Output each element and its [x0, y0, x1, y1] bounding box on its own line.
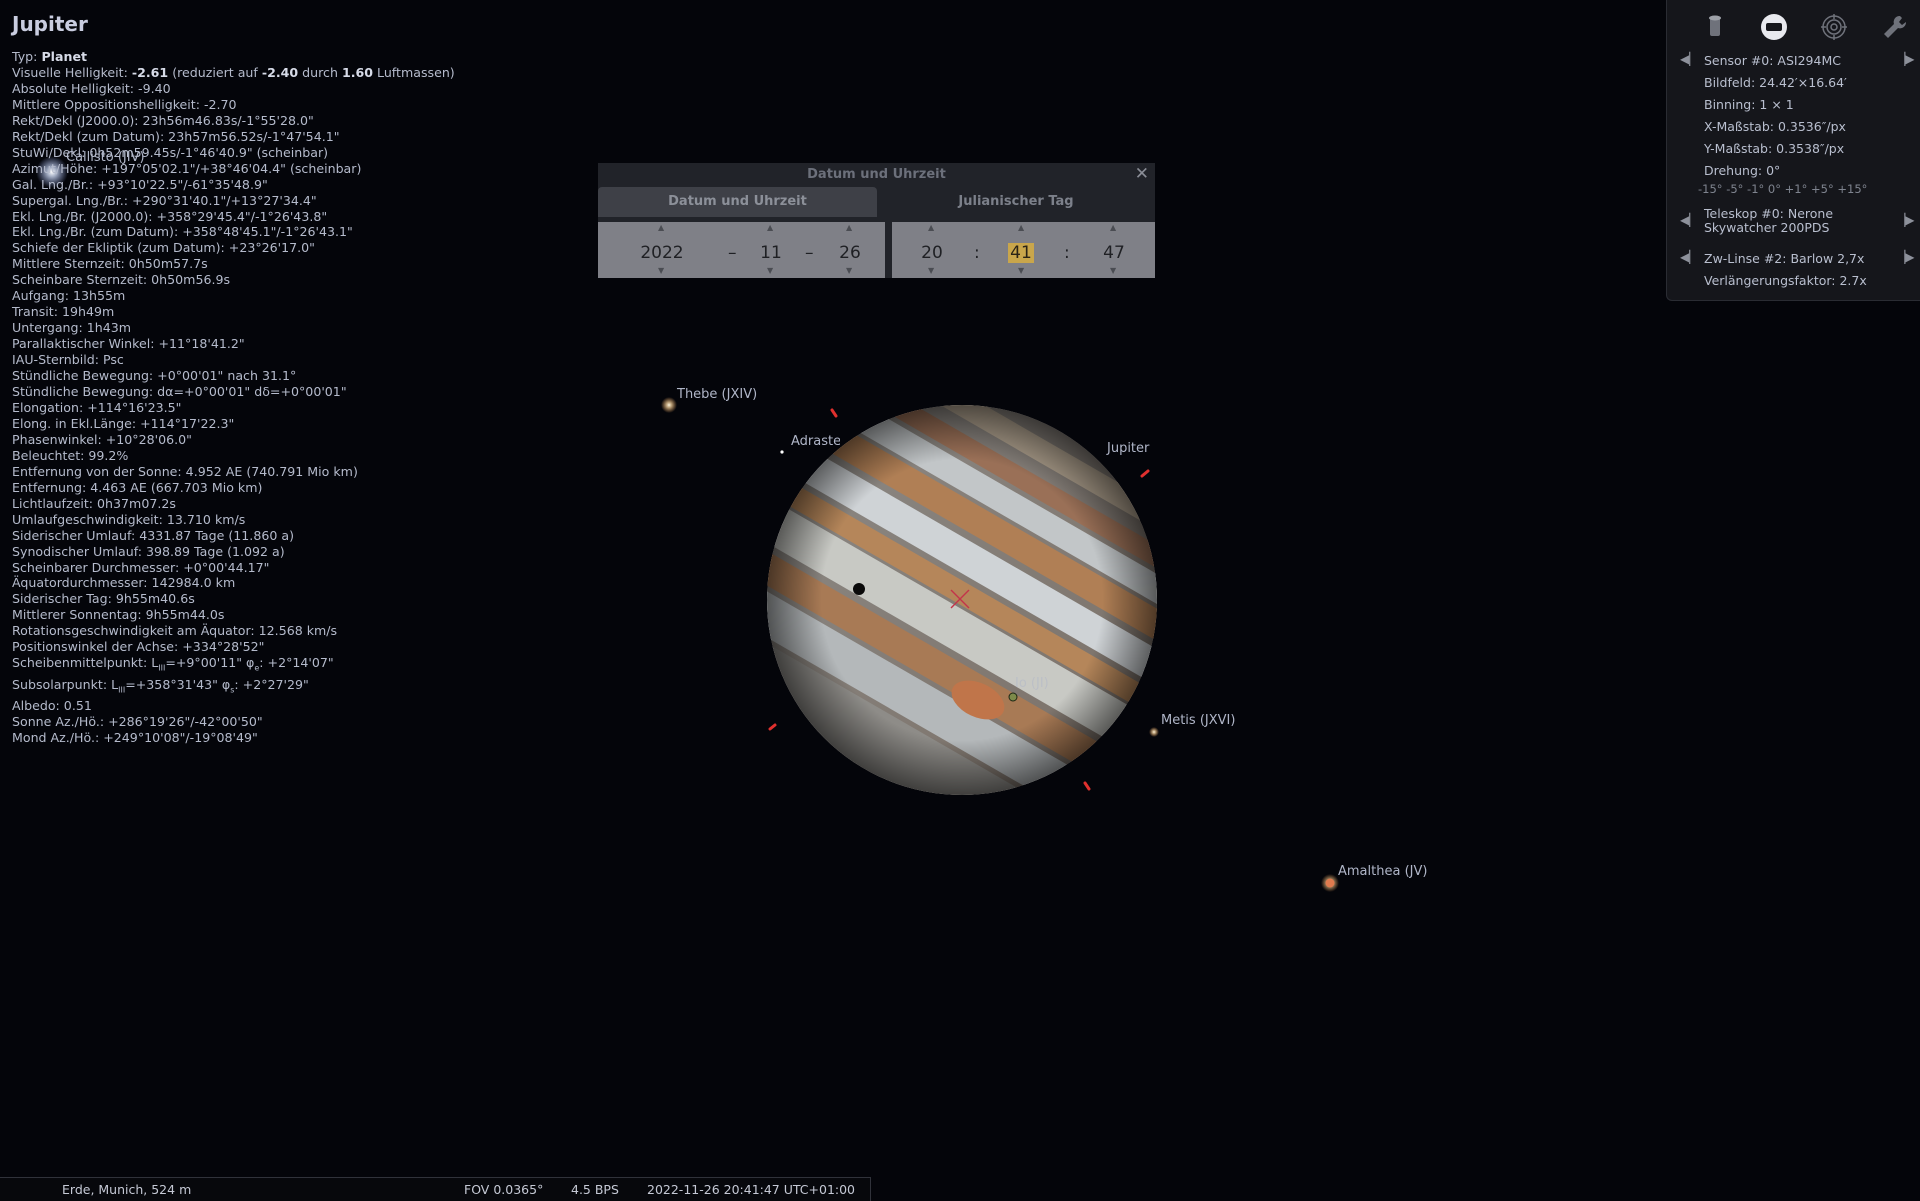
prev-telescope-icon[interactable]: ◀▏ — [1680, 213, 1698, 227]
info-line: Stündliche Bewegung: dα=+0°00'01" dδ=+0°… — [12, 384, 347, 400]
close-icon[interactable]: ✕ — [1135, 164, 1149, 184]
info-line: Schiefe der Ekliptik (zum Datum): +23°26… — [12, 240, 315, 256]
sensor-name: Sensor #0: ASI294MC — [1704, 53, 1841, 68]
info-line: IAU-Sternbild: Psc — [12, 352, 124, 368]
time-separator: : — [1064, 243, 1070, 263]
rotation: Drehung: 0° — [1704, 163, 1781, 178]
info-line: Entfernung von der Sonne: 4.952 AE (740.… — [12, 463, 358, 479]
status-bar: Erde, Munich, 524 m FOV 0.0365° 4.5 BPS … — [0, 1177, 871, 1201]
sensor-icon[interactable] — [1759, 12, 1789, 42]
info-line: Transit: 19h49m — [12, 304, 115, 320]
next-telescope-icon[interactable]: ▕▶ — [1896, 213, 1914, 227]
fov-display: FOV 0.0365° — [464, 1182, 544, 1197]
telrad-icon[interactable] — [1819, 12, 1849, 42]
date-spinbox[interactable]: ▲ ▼ 2022 – ▲ ▼ 11 – ▲ ▼ 26 — [598, 222, 885, 278]
info-line: Rekt/Dekl (J2000.0): 23h56m46.83s/-1°55'… — [12, 112, 314, 128]
info-line: Ekl. Lng./Br. (zum Datum): +358°48'45.1"… — [12, 224, 353, 240]
hour-field[interactable]: 20 — [919, 243, 945, 263]
info-line: Untergang: 1h43m — [12, 320, 132, 336]
time-spinbox[interactable]: ▲ ▼ 20 : ▲ ▼ 41 : ▲ ▼ 47 — [892, 222, 1155, 278]
info-line: Elongation: +114°16'23.5" — [12, 399, 182, 415]
info-line: Beleuchtet: 99.2% — [12, 447, 129, 463]
info-line: Absolute Helligkeit: -9.40 — [12, 80, 171, 96]
day-field[interactable]: 26 — [837, 243, 863, 263]
info-line: Aufgang: 13h55m — [12, 288, 126, 304]
binning: Binning: 1 × 1 — [1704, 97, 1794, 112]
info-line: Typ: Planet — [12, 49, 88, 64]
info-line: Phasenwinkel: +10°28'06.0" — [12, 431, 192, 447]
info-line: Supergal. Lng./Br.: +290°31'40.1"/+13°27… — [12, 192, 317, 208]
info-line: Albedo: 0.51 — [12, 698, 92, 714]
tab-julian-day[interactable]: Julianischer Tag — [877, 187, 1155, 217]
info-line: Azimut/Höhe: +197°05'02.1"/+38°46'04.4" … — [12, 160, 362, 176]
info-line: StuWi/Dekl: 0h52m59.45s/-1°46'40.9" (sch… — [12, 144, 329, 160]
time-separator: : — [974, 243, 980, 263]
info-line: Scheinbare Sternzeit: 0h50m56.9s — [12, 272, 231, 288]
label-thebe[interactable]: Thebe (JXIV) — [677, 387, 757, 402]
lens-name: Zw-Linse #2: Barlow 2,7x — [1704, 251, 1865, 266]
oculars-panel: ◀▏ Sensor #0: ASI294MC ▕▶ Bildfeld: 24.4… — [1666, 0, 1920, 301]
ocular-icon[interactable] — [1700, 12, 1730, 42]
info-line: Scheibenmittelpunkt: LIII=+9°00'11" φe: … — [12, 655, 334, 673]
rotation-steps[interactable]: -15° -5° -1° 0° +1° +5° +15° — [1698, 182, 1867, 196]
fps-display: 4.5 BPS — [571, 1182, 619, 1197]
date-time-dialog[interactable]: Datum und Uhrzeit ✕ Datum und Uhrzeit Ju… — [598, 163, 1155, 278]
prev-sensor-icon[interactable]: ◀▏ — [1680, 52, 1698, 66]
info-line: Siderischer Tag: 9h55m40.6s — [12, 591, 195, 607]
next-lens-icon[interactable]: ▕▶ — [1896, 250, 1914, 264]
minute-field[interactable]: 41 — [1008, 243, 1034, 263]
field-of-view: Bildfeld: 24.42′×16.64′ — [1704, 75, 1847, 90]
info-line: Synodischer Umlauf: 398.89 Tage (1.092 a… — [12, 543, 285, 559]
info-line: Stündliche Bewegung: +0°00'01" nach 31.1… — [12, 368, 297, 384]
info-line: Umlaufgeschwindigkeit: 13.710 km/s — [12, 511, 246, 527]
info-line: Mond Az./Hö.: +249°10'08"/-19°08'49" — [12, 730, 258, 746]
telescope-name: Teleskop #0: Nerone Skywatcher 200PDS — [1704, 206, 1834, 235]
info-line: Positionswinkel der Achse: +334°28'52" — [12, 639, 265, 655]
info-line: Äquatordurchmesser: 142984.0 km — [12, 575, 236, 591]
info-line: Mittlere Oppositionshelligkeit: -2.70 — [12, 96, 237, 112]
info-line: Subsolarpunkt: LIII=+358°31'43" φs: +2°2… — [12, 676, 309, 695]
info-line: Lichtlaufzeit: 0h37m07.2s — [12, 495, 176, 511]
month-field[interactable]: 11 — [758, 243, 784, 263]
dialog-title[interactable]: Datum und Uhrzeit — [598, 163, 1155, 187]
info-line: Entfernung: 4.463 AE (667.703 Mio km) — [12, 479, 263, 495]
metis-moon[interactable] — [1149, 727, 1159, 737]
label-metis[interactable]: Metis (JXVI) — [1161, 713, 1235, 728]
info-line: Ekl. Lng./Br. (J2000.0): +358°29'45.4"/-… — [12, 208, 328, 224]
info-line: Gal. Lng./Br.: +93°10'22.5"/-61°35'48.9" — [12, 176, 268, 192]
adrastea-moon[interactable] — [780, 450, 784, 454]
info-line: Mittlerer Sonnentag: 9h55m44.0s — [12, 607, 225, 623]
object-info: Typ: Planet Visuelle Helligkeit: -2.61 (r… — [12, 49, 455, 746]
info-line: Rotationsgeschwindigkeit am Äquator: 12.… — [12, 623, 338, 639]
year-field[interactable]: 2022 — [640, 243, 684, 263]
datetime-display[interactable]: 2022-11-26 20:41:47 UTC+01:00 — [647, 1182, 855, 1197]
location-display[interactable]: Erde, Munich, 524 m — [62, 1182, 191, 1197]
info-line: Scheinbarer Durchmesser: +0°00'44.17" — [12, 559, 270, 575]
label-io[interactable]: Io (JI) — [1015, 676, 1049, 691]
settings-wrench-icon[interactable] — [1880, 12, 1910, 42]
jupiter-planet[interactable] — [672, 333, 1249, 883]
thebe-moon[interactable] — [661, 397, 677, 413]
label-adrastea[interactable]: Adrastea — [791, 434, 840, 449]
next-sensor-icon[interactable]: ▕▶ — [1896, 52, 1914, 66]
y-scale: Y-Maßstab: 0.3538″/px — [1704, 141, 1845, 156]
info-line: Rekt/Dekl (zum Datum): 23h57m56.52s/-1°4… — [12, 128, 340, 144]
info-line: Visuelle Helligkeit: -2.61 (reduziert au… — [12, 64, 455, 80]
info-line: Elong. in Ekl.Länge: +114°17'22.3" — [12, 415, 235, 431]
info-line: Mittlere Sternzeit: 0h50m57.7s — [12, 256, 208, 272]
date-separator: – — [728, 243, 737, 263]
second-field[interactable]: 47 — [1101, 243, 1127, 263]
label-amalthea[interactable]: Amalthea (JV) — [1338, 864, 1427, 879]
extension-factor: Verlängerungsfaktor: 2.7x — [1704, 273, 1867, 288]
info-line: Siderischer Umlauf: 4331.87 Tage (11.860… — [12, 527, 294, 543]
info-line: Sonne Az./Hö.: +286°19'26"/-42°00'50" — [12, 714, 263, 730]
label-jupiter[interactable]: Jupiter — [1107, 441, 1149, 456]
prev-lens-icon[interactable]: ◀▏ — [1680, 250, 1698, 264]
x-scale: X-Maßstab: 0.3536″/px — [1704, 119, 1846, 134]
object-title: Jupiter — [12, 12, 88, 36]
info-line: Parallaktischer Winkel: +11°18'41.2" — [12, 336, 245, 352]
tab-date-time[interactable]: Datum und Uhrzeit — [598, 187, 877, 217]
date-separator: – — [805, 243, 814, 263]
